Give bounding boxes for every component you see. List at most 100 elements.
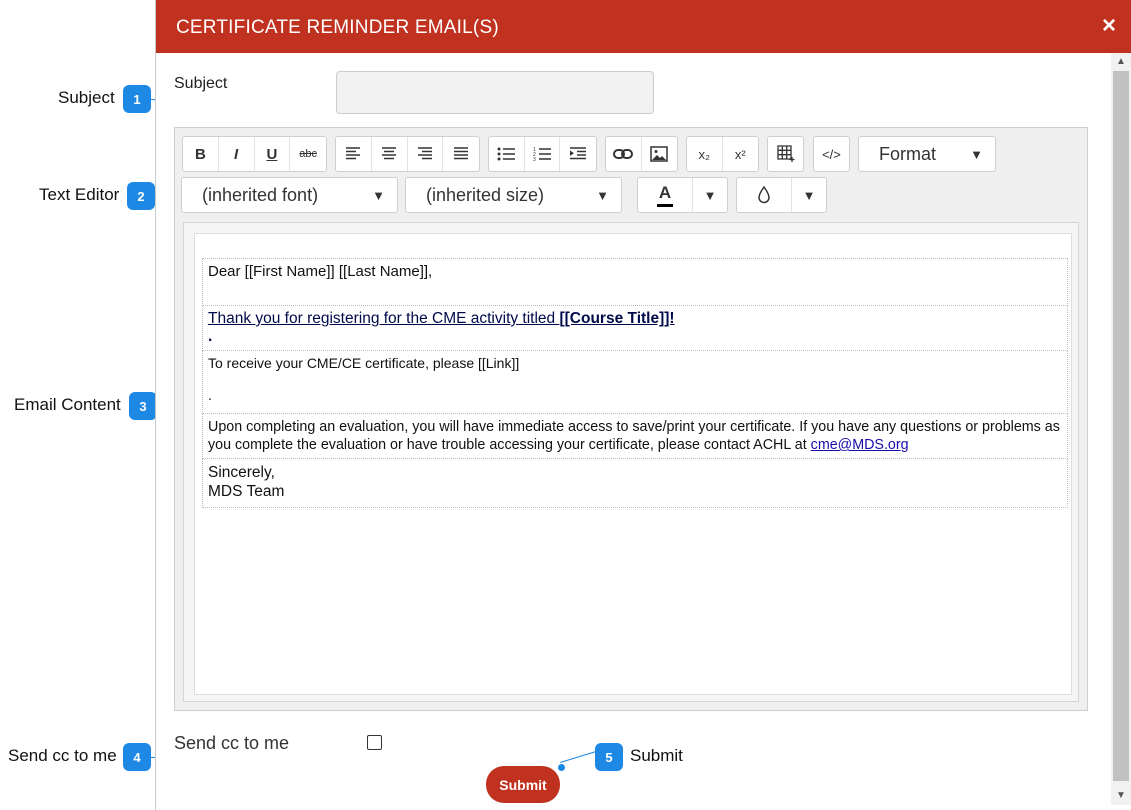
background-color-button[interactable] xyxy=(737,178,792,212)
background-color-control: ▼ xyxy=(736,177,827,213)
vertical-scrollbar[interactable]: ▲ ▼ xyxy=(1111,53,1131,805)
align-center-icon xyxy=(382,147,397,160)
script-group: x₂ x² xyxy=(686,136,759,172)
evaluation-cell: Upon completing an evaluation, you will … xyxy=(202,413,1068,459)
chevron-down-icon: ▼ xyxy=(970,147,983,162)
table-row: Dear [[First Name]] [[Last Name]], xyxy=(202,258,1068,306)
format-dropdown-label: Format xyxy=(879,143,937,164)
thanks-cell: Thank you for registering for the CME ac… xyxy=(202,305,1068,351)
signature-cell: Sincerely, MDS Team xyxy=(202,458,1068,508)
evaluation-text: Upon completing an evaluation, you will … xyxy=(208,419,1060,453)
subject-label: Subject xyxy=(174,75,228,92)
thanks-text: Thank you for registering for the CME ac… xyxy=(208,310,560,327)
course-title: [[Course Title]]! xyxy=(559,310,675,327)
format-dropdown[interactable]: Format ▼ xyxy=(858,136,996,172)
text-color-icon: A xyxy=(658,183,672,202)
list-group: 123 xyxy=(488,136,597,172)
email-content-editor[interactable]: Dear [[First Name]] [[Last Name]], Thank… xyxy=(194,233,1072,695)
text-editor: B I U abc 123 x₂ x² </> Format ▼ (inheri… xyxy=(174,127,1088,711)
annotation-label-subject: Subject xyxy=(58,88,115,107)
underline-button[interactable]: U xyxy=(255,137,291,171)
indent-icon xyxy=(570,147,587,160)
table-row: Thank you for registering for the CME ac… xyxy=(202,305,1068,351)
align-center-button[interactable] xyxy=(372,137,408,171)
annotation-label-send-cc: Send cc to me xyxy=(8,746,117,765)
font-size-label: (inherited size) xyxy=(426,184,545,205)
align-left-button[interactable] xyxy=(336,137,372,171)
signature-closing: Sincerely, xyxy=(208,464,275,481)
subscript-button[interactable]: x₂ xyxy=(687,137,723,171)
background-color-dropdown[interactable]: ▼ xyxy=(792,178,826,212)
send-cc-label: Send cc to me xyxy=(174,733,290,753)
bold-button[interactable]: B xyxy=(183,137,219,171)
superscript-button[interactable]: x² xyxy=(723,137,759,171)
contact-email-link[interactable]: cme@MDS.org xyxy=(811,437,909,453)
close-icon[interactable]: × xyxy=(1102,14,1116,38)
annotation-dot xyxy=(558,764,565,771)
greeting-text: Dear [[First Name]] [[Last Name]], xyxy=(202,258,1068,306)
bullet-list-icon xyxy=(497,147,516,161)
period-mark: . xyxy=(208,328,213,345)
text-color-dropdown[interactable]: ▼ xyxy=(693,178,727,212)
link-button[interactable] xyxy=(606,137,642,171)
scroll-down-arrow-icon[interactable]: ▼ xyxy=(1111,787,1131,805)
image-button[interactable] xyxy=(642,137,678,171)
scrollbar-thumb[interactable] xyxy=(1113,71,1129,781)
align-right-icon xyxy=(417,147,432,160)
code-view-button[interactable]: </> xyxy=(814,137,849,171)
period-mark: . xyxy=(208,387,212,403)
annotation-badge-1: 1 xyxy=(123,85,151,113)
insert-group xyxy=(605,136,678,172)
annotation-label-email-content: Email Content xyxy=(14,395,121,414)
italic-button[interactable]: I xyxy=(219,137,255,171)
submit-button[interactable]: Submit xyxy=(486,766,560,803)
color-swatch xyxy=(657,204,673,207)
send-cc-checkbox[interactable] xyxy=(367,735,382,750)
link-icon xyxy=(613,149,634,159)
annotation-badge-3: 3 xyxy=(129,392,157,420)
indent-button[interactable] xyxy=(560,137,596,171)
certificate-reminder-modal: CERTIFICATE REMINDER EMAIL(S) × ▲ ▼ Subj… xyxy=(155,0,1131,810)
numbered-list-button[interactable]: 123 xyxy=(525,137,561,171)
chevron-down-icon: ▼ xyxy=(596,188,609,203)
annotation-label-text-editor: Text Editor xyxy=(39,185,120,204)
text-color-control: A ▼ xyxy=(637,177,728,213)
justify-icon xyxy=(454,147,469,160)
modal-title: CERTIFICATE REMINDER EMAIL(S) xyxy=(176,17,499,38)
table-row: Upon completing an evaluation, you will … xyxy=(202,413,1068,459)
email-content-wrapper: Dear [[First Name]] [[Last Name]], Thank… xyxy=(183,222,1079,702)
modal-header: CERTIFICATE REMINDER EMAIL(S) × xyxy=(156,0,1131,53)
strikethrough-button[interactable]: abc xyxy=(290,137,326,171)
annotation-badge-5: 5 xyxy=(595,743,623,771)
table-row: Sincerely, MDS Team xyxy=(202,458,1068,508)
receive-cell: To receive your CME/CE certificate, plea… xyxy=(202,350,1068,414)
annotation-badge-2: 2 xyxy=(127,182,155,210)
email-content-table: Dear [[First Name]] [[Last Name]], Thank… xyxy=(202,258,1068,508)
annotation-badge-4: 4 xyxy=(123,743,151,771)
annotation-label-submit: Submit xyxy=(630,746,683,765)
chevron-down-icon: ▼ xyxy=(372,188,385,203)
justify-button[interactable] xyxy=(443,137,479,171)
table-row: To receive your CME/CE certificate, plea… xyxy=(202,350,1068,414)
align-right-button[interactable] xyxy=(408,137,444,171)
font-size-dropdown[interactable]: (inherited size) ▼ xyxy=(405,177,622,213)
signature-name: MDS Team xyxy=(208,483,285,500)
receive-text: To receive your CME/CE certificate, plea… xyxy=(208,355,520,371)
alignment-group xyxy=(335,136,480,172)
bullet-list-button[interactable] xyxy=(489,137,525,171)
text-color-button[interactable]: A xyxy=(638,178,693,212)
font-family-label: (inherited font) xyxy=(202,184,319,205)
ink-drop-icon xyxy=(758,186,770,204)
table-group xyxy=(767,136,804,172)
table-icon xyxy=(776,145,794,162)
subject-input[interactable] xyxy=(336,71,654,114)
svg-text:3: 3 xyxy=(533,157,536,162)
image-icon xyxy=(650,146,668,162)
numbered-list-icon: 123 xyxy=(533,147,551,162)
font-family-dropdown[interactable]: (inherited font) ▼ xyxy=(181,177,398,213)
table-button[interactable] xyxy=(768,137,803,171)
code-group: </> xyxy=(813,136,850,172)
align-left-icon xyxy=(346,147,361,160)
scroll-up-arrow-icon[interactable]: ▲ xyxy=(1111,53,1131,71)
text-style-group: B I U abc xyxy=(182,136,327,172)
